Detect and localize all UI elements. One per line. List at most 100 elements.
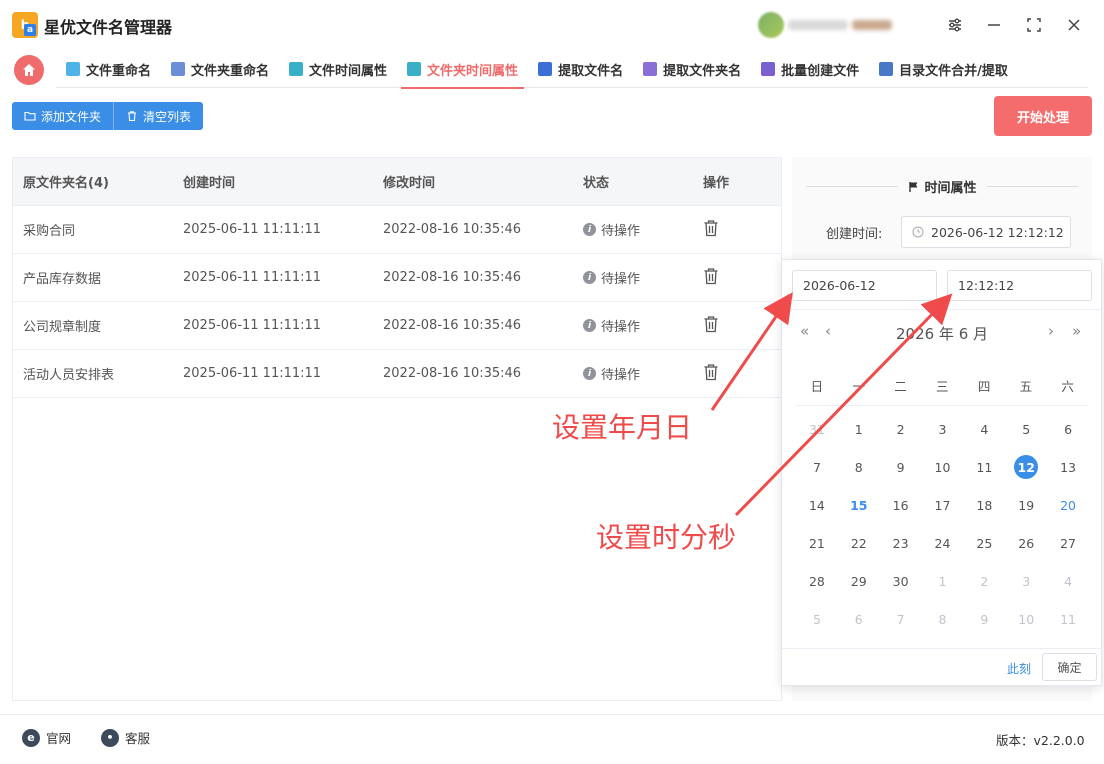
- next-month-icon[interactable]: ›: [1048, 322, 1054, 340]
- tab-5[interactable]: 提取文件夹名: [633, 50, 751, 88]
- folder-icon: [24, 111, 36, 121]
- prev-month-icon[interactable]: ‹: [825, 322, 831, 340]
- day-selected[interactable]: 12: [1005, 448, 1047, 486]
- feature-tabs: 文件重命名 文件夹重命名 文件时间属性 文件夹时间属性 提取文件名 提取文件夹名 批量创建文…: [56, 50, 1088, 89]
- delete-icon[interactable]: [703, 363, 719, 381]
- next-year-icon[interactable]: »: [1072, 322, 1081, 340]
- day-cell[interactable]: 11: [1047, 600, 1089, 638]
- day-cell[interactable]: 6: [838, 600, 880, 638]
- day-cell[interactable]: 8: [838, 448, 880, 486]
- support-link[interactable]: • 客服: [101, 728, 150, 747]
- support-label: 客服: [125, 731, 151, 746]
- day-number: 31: [808, 421, 825, 437]
- day-number: 8: [938, 611, 947, 627]
- day-cell[interactable]: 16: [880, 486, 922, 524]
- user-account[interactable]: [758, 12, 923, 38]
- day-cell[interactable]: 9: [880, 448, 922, 486]
- day-cell[interactable]: 10: [922, 448, 964, 486]
- delete-icon[interactable]: [703, 267, 719, 285]
- day-cell[interactable]: 2: [880, 410, 922, 448]
- day-cell[interactable]: 6: [1047, 410, 1089, 448]
- day-cell[interactable]: 3: [922, 410, 964, 448]
- day-number: 17: [934, 497, 951, 513]
- divider-line: [806, 186, 898, 187]
- day-cell[interactable]: 25: [963, 524, 1005, 562]
- minimize-icon[interactable]: [981, 12, 1007, 38]
- day-number: 3: [938, 421, 947, 437]
- day-cell[interactable]: 9: [963, 600, 1005, 638]
- day-cell[interactable]: 24: [922, 524, 964, 562]
- clear-list-button[interactable]: 清空列表: [113, 102, 204, 130]
- day-number: 2: [980, 573, 989, 589]
- tab-1[interactable]: 文件夹重命名: [161, 50, 279, 88]
- tab-icon: [538, 62, 553, 76]
- delete-icon[interactable]: [703, 219, 719, 237]
- picker-date-input[interactable]: 2026-06-12: [792, 270, 937, 301]
- day-cell[interactable]: 1: [838, 410, 880, 448]
- settings-icon[interactable]: [942, 12, 968, 38]
- day-cell[interactable]: 14: [796, 486, 838, 524]
- day-cell[interactable]: 23: [880, 524, 922, 562]
- home-button[interactable]: [14, 55, 44, 85]
- weekday-label: 三: [936, 379, 949, 394]
- day-cell[interactable]: 13: [1047, 448, 1089, 486]
- cell-action: [693, 315, 773, 337]
- tab-4[interactable]: 提取文件名: [528, 50, 633, 88]
- day-cell[interactable]: 20: [1047, 486, 1089, 524]
- datetime-picker: 2026-06-12 12:12:12 « ‹ 2026 年 6 月 › » 日…: [781, 259, 1102, 686]
- day-number: 2: [896, 421, 905, 437]
- tab-icon: [171, 62, 186, 76]
- day-cell[interactable]: 29: [838, 562, 880, 600]
- day-cell[interactable]: 31: [796, 410, 838, 448]
- day-cell[interactable]: 3: [1005, 562, 1047, 600]
- tab-3[interactable]: 文件夹时间属性: [397, 50, 528, 89]
- picker-time-input[interactable]: 12:12:12: [947, 270, 1092, 301]
- start-button[interactable]: 开始处理: [994, 96, 1092, 136]
- day-cell[interactable]: 1: [922, 562, 964, 600]
- day-cell[interactable]: 30: [880, 562, 922, 600]
- day-cell[interactable]: 28: [796, 562, 838, 600]
- logo-sub-letter: a: [24, 24, 36, 36]
- now-link[interactable]: 此刻: [1007, 660, 1031, 677]
- day-cell[interactable]: 17: [922, 486, 964, 524]
- tab-6[interactable]: 批量创建文件: [751, 50, 869, 88]
- day-cell[interactable]: 27: [1047, 524, 1089, 562]
- day-cell[interactable]: 21: [796, 524, 838, 562]
- day-number: 10: [934, 459, 951, 475]
- day-cell[interactable]: 4: [1047, 562, 1089, 600]
- confirm-button[interactable]: 确定: [1042, 653, 1097, 681]
- day-cell[interactable]: 15: [838, 486, 880, 524]
- add-folder-button[interactable]: 添加文件夹: [12, 102, 114, 130]
- day-number: 9: [980, 611, 989, 627]
- prev-year-icon[interactable]: «: [800, 322, 809, 340]
- website-link[interactable]: e 官网: [22, 728, 71, 747]
- day-cell[interactable]: 2: [963, 562, 1005, 600]
- maximize-icon[interactable]: [1021, 12, 1047, 38]
- day-cell[interactable]: 7: [796, 448, 838, 486]
- tab-icon: [407, 62, 422, 76]
- table-header: 原文件夹名(4) 创建时间 修改时间 状态 操作: [13, 158, 781, 206]
- cell-created: 2025-06-11 11:11:11: [183, 318, 322, 333]
- created-time-field[interactable]: 2026-06-12 12:12:12: [901, 216, 1071, 248]
- annotation-set-time: 设置时分秒: [596, 521, 737, 554]
- day-cell[interactable]: 10: [1005, 600, 1047, 638]
- day-cell[interactable]: 5: [1005, 410, 1047, 448]
- add-folder-label: 添加文件夹: [41, 109, 102, 124]
- tab-7[interactable]: 目录文件合并/提取: [869, 50, 1018, 88]
- day-cell[interactable]: 8: [922, 600, 964, 638]
- close-icon[interactable]: [1061, 12, 1087, 38]
- tab-2[interactable]: 文件时间属性: [279, 50, 397, 88]
- day-cell[interactable]: 5: [796, 600, 838, 638]
- table-body: 采购合同 2025-06-11 11:11:11 2022-08-16 10:35:…: [13, 206, 781, 398]
- tab-0[interactable]: 文件重命名: [56, 50, 161, 88]
- delete-icon[interactable]: [703, 315, 719, 333]
- day-cell[interactable]: 26: [1005, 524, 1047, 562]
- title-bar: b a 星优文件名管理器: [0, 0, 1104, 50]
- day-cell[interactable]: 4: [963, 410, 1005, 448]
- day-cell[interactable]: 7: [880, 600, 922, 638]
- day-cell[interactable]: 18: [963, 486, 1005, 524]
- day-cell[interactable]: 19: [1005, 486, 1047, 524]
- day-cell[interactable]: 11: [963, 448, 1005, 486]
- status-text: 待操作: [601, 320, 641, 335]
- day-cell[interactable]: 22: [838, 524, 880, 562]
